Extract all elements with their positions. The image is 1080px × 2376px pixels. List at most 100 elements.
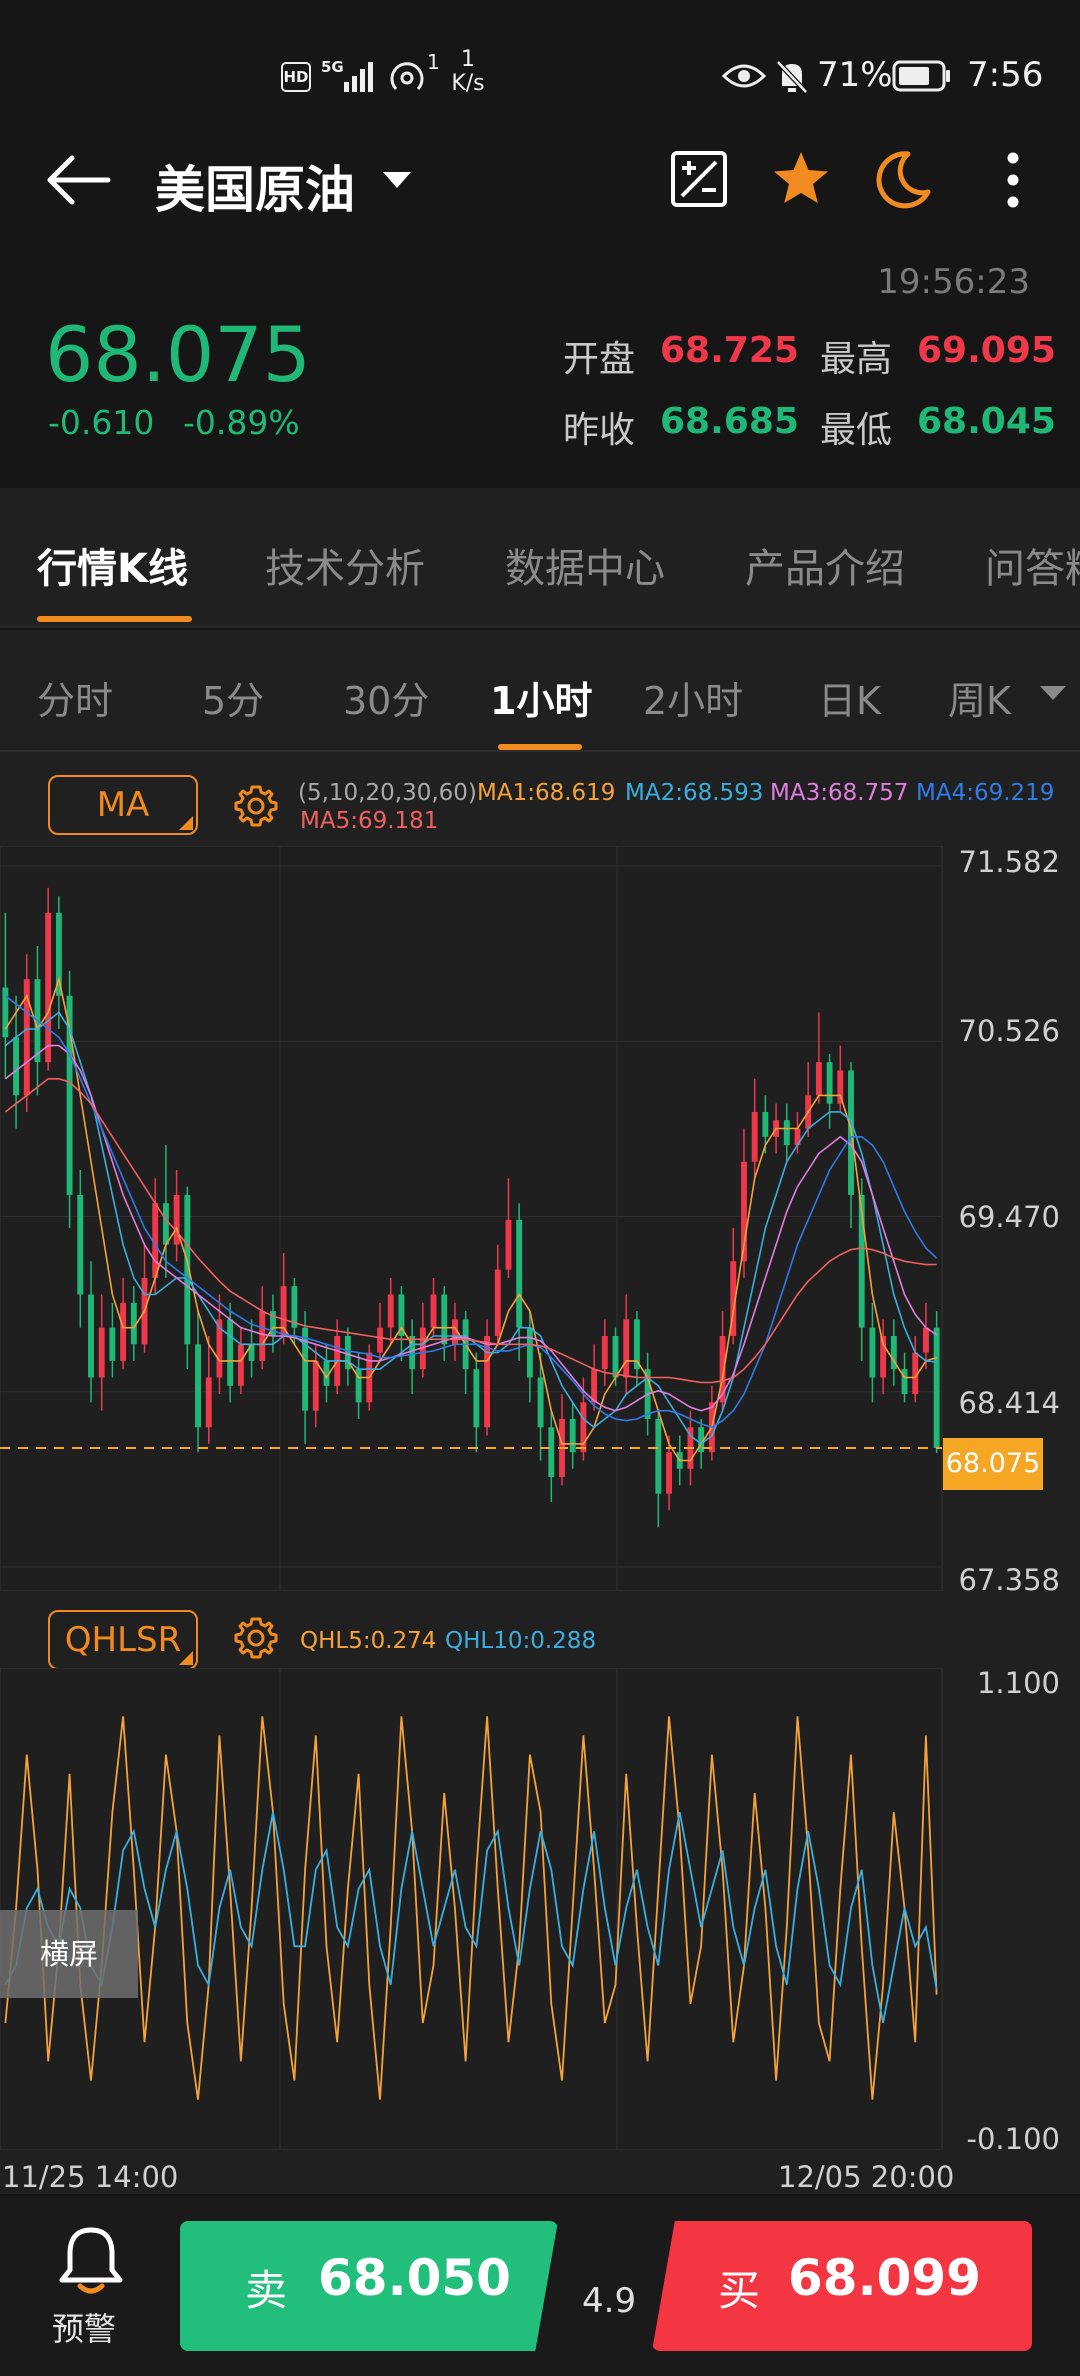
tab-product-intro[interactable]: 产品介绍 (745, 536, 905, 594)
y-axis-label: 69.470 (958, 1200, 1060, 1234)
candle-body (869, 1327, 876, 1378)
buy-price: 68.099 (788, 2249, 981, 2307)
sub-indicator-button[interactable]: QHLSR (48, 1610, 198, 1670)
current-price-tag: 68.075 (943, 1438, 1043, 1490)
open-value: 68.725 (660, 330, 799, 371)
tab-data-center[interactable]: 数据中心 (505, 536, 665, 594)
y-axis-label: 67.358 (958, 1563, 1060, 1597)
candle-body (205, 1377, 212, 1428)
clock: 7:56 (967, 55, 1044, 95)
candle-body (837, 1070, 844, 1104)
period-weekly[interactable]: 周K (948, 670, 1011, 725)
candle-body (591, 1369, 598, 1403)
period-5min[interactable]: 5分 (202, 670, 264, 725)
hotspot-count: 1 (427, 50, 440, 74)
ma1-value: MA1:68.619 (477, 780, 616, 806)
chart-background (0, 846, 943, 1591)
trade-bar: 预警 卖 68.050 4.9 买 68.099 (0, 2196, 1080, 2376)
candle-body (13, 1037, 20, 1096)
alert-label[interactable]: 预警 (52, 2304, 116, 2350)
candle-body (666, 1452, 672, 1494)
candlestick-chart[interactable] (0, 846, 1080, 1591)
qhlsr-chart[interactable] (0, 1668, 1080, 2150)
candle-body (922, 1327, 929, 1353)
candle-body (815, 1062, 822, 1096)
candle-body (312, 1360, 319, 1411)
title-dropdown-icon[interactable] (383, 172, 411, 188)
candle-body (751, 1111, 758, 1162)
hd-icon: HD (281, 62, 311, 92)
period-more-icon[interactable] (1040, 686, 1066, 700)
candle-body (655, 1418, 662, 1494)
buy-button[interactable]: 买 68.099 (652, 2221, 1032, 2351)
candle-body (430, 1294, 437, 1328)
ma-params: (5,10,20,30,60) (298, 780, 477, 806)
night-mode-moon-icon[interactable] (870, 148, 932, 210)
candle-body (173, 1194, 180, 1245)
candle-body (783, 1120, 790, 1146)
prev-close-value: 68.685 (660, 401, 799, 442)
y-axis-label: 71.582 (958, 845, 1060, 879)
ma3-value: MA3:68.757 (770, 780, 909, 806)
sell-label: 卖 (245, 2266, 288, 2315)
y-axis-label: 68.414 (958, 1386, 1060, 1420)
candle-body (826, 1062, 833, 1104)
quote-panel: 19:56:23 68.075 -0.610 -0.89% 开盘 68.725 … (0, 250, 1080, 488)
period-2hour[interactable]: 2小时 (643, 670, 743, 725)
candle-body (387, 1294, 394, 1328)
net-speed: 1 K/s (448, 48, 488, 96)
candle-body (484, 1335, 491, 1428)
period-timeshare[interactable]: 分时 (37, 670, 113, 725)
spread-value: 4.9 (582, 2281, 637, 2321)
candle-body (377, 1327, 383, 1353)
candle-body (623, 1319, 630, 1378)
calculator-icon[interactable] (670, 150, 728, 208)
candle-body (516, 1219, 523, 1328)
high-label: 最高 (820, 339, 893, 380)
candle-body (162, 1203, 169, 1245)
main-tabs: 行情K线 技术分析 数据中心 产品介绍 问答精 (0, 488, 1080, 628)
back-arrow-icon[interactable] (42, 150, 114, 210)
candle-body (98, 1327, 105, 1378)
landscape-button[interactable]: 横屏 (0, 1910, 138, 1998)
more-menu-icon[interactable] (998, 150, 1028, 210)
net-speed-unit: K/s (451, 71, 485, 96)
candle-body (77, 1194, 84, 1295)
tab-qa[interactable]: 问答精 (985, 536, 1080, 594)
high-value: 69.095 (917, 330, 1056, 371)
eye-icon (722, 64, 766, 88)
last-price: 68.075 (45, 310, 311, 399)
candle-body (548, 1427, 555, 1478)
candle-body (45, 912, 52, 1063)
alert-bell-icon[interactable] (56, 2224, 126, 2298)
x-axis-end-date: 12/05 20:00 (778, 2160, 955, 2194)
period-selector: 分时 5分 30分 1小时 2小时 日K 周K (0, 630, 1080, 752)
candle-body (237, 1344, 244, 1386)
favorite-star-icon[interactable] (770, 148, 832, 210)
period-1hour[interactable]: 1小时 (490, 670, 592, 725)
sell-button[interactable]: 卖 68.050 (180, 2221, 558, 2351)
main-indicator-settings-gear-icon[interactable] (234, 784, 278, 828)
candle-body (494, 1269, 501, 1336)
ma4-value: MA4:69.219 (916, 780, 1055, 806)
candle-body (120, 1302, 127, 1361)
sell-price: 68.050 (318, 2249, 511, 2307)
active-tab-indicator (37, 616, 192, 622)
candle-body (505, 1219, 512, 1270)
sub-y-axis-label: 1.100 (976, 1666, 1060, 1700)
sub-chart-background (0, 1668, 943, 2150)
tab-technical-analysis[interactable]: 技术分析 (265, 536, 425, 594)
candle-body (2, 987, 9, 1038)
instrument-title[interactable]: 美国原油 (155, 150, 355, 222)
sub-indicator-settings-gear-icon[interactable] (234, 1616, 278, 1660)
y-axis-label: 70.526 (958, 1014, 1060, 1048)
main-indicator-button[interactable]: MA (48, 775, 198, 835)
candle-body (473, 1369, 480, 1428)
price-change-percent: -0.89% (183, 403, 300, 442)
period-daily[interactable]: 日K (818, 670, 881, 725)
period-30min[interactable]: 30分 (343, 670, 429, 725)
hotspot-icon (390, 62, 424, 91)
candle-body (612, 1335, 619, 1378)
battery-percent: 71% (817, 55, 893, 95)
tab-kline[interactable]: 行情K线 (37, 536, 188, 594)
